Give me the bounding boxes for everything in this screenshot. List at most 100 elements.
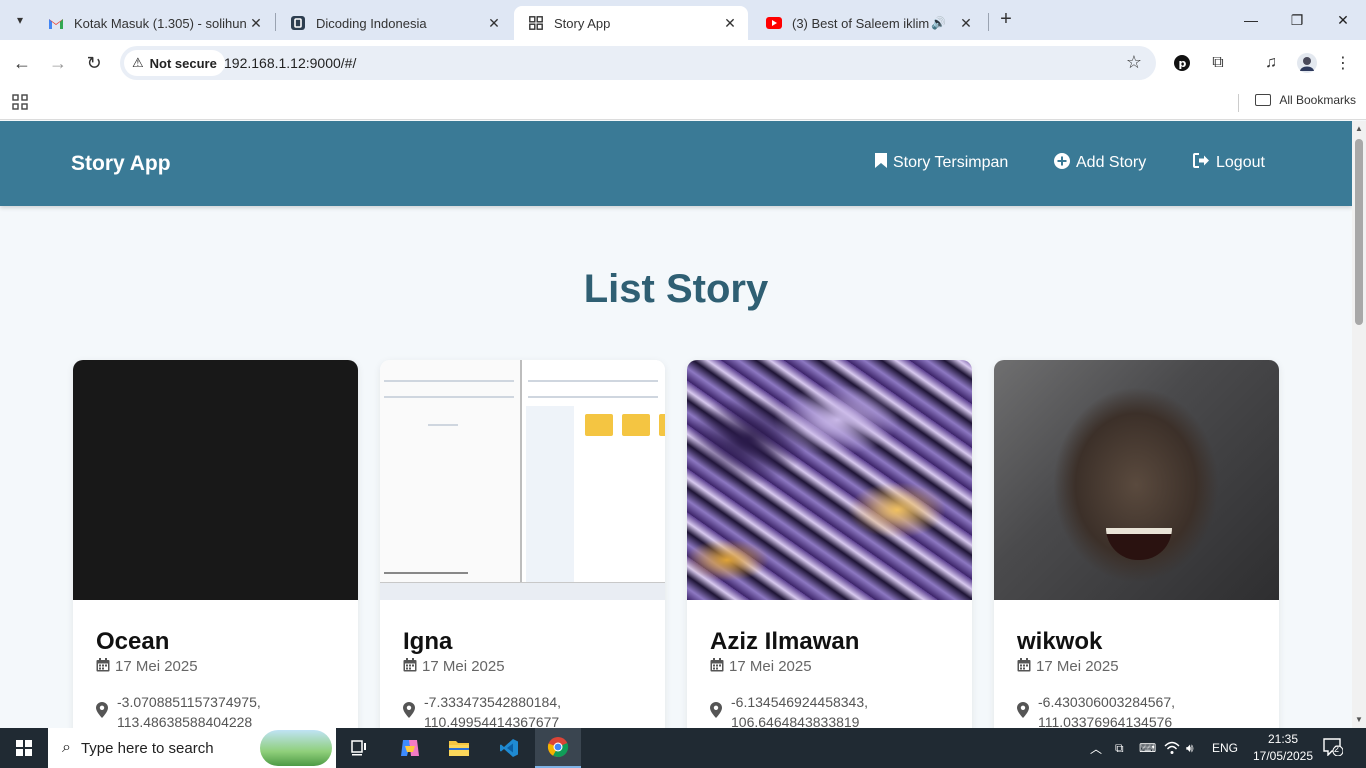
close-window-button[interactable]: ✕ [1320, 0, 1366, 40]
story-image [994, 360, 1279, 600]
minimize-button[interactable]: — [1228, 0, 1274, 40]
scroll-down-arrow-icon[interactable]: ▼ [1355, 715, 1363, 724]
tab-dicoding[interactable]: Dicoding Indonesia ✕ [276, 6, 512, 40]
close-icon[interactable]: ✕ [486, 15, 502, 31]
apps-grid-icon[interactable] [12, 94, 28, 115]
reload-button[interactable]: ↻ [80, 49, 108, 77]
windows-logo-icon [16, 740, 32, 756]
story-latitude: -3.0708851157374975, [117, 694, 261, 710]
story-date: 17 Mei 2025 [403, 658, 505, 675]
story-location: -6.430306003284567, 111.03376964134576 [1017, 692, 1175, 728]
story-card[interactable]: Aziz Ilmawan 17 Mei 2025 -6.134546924458… [687, 360, 972, 728]
story-longitude: 111.03376964134576 [1038, 714, 1173, 728]
bookmark-star-icon[interactable]: ☆ [1126, 52, 1142, 73]
address-bar[interactable]: ⚠ Not secure 192.168.1.12:9000/#/ ☆ [120, 46, 1156, 80]
story-location: -7.333473542880184, 110.49954414367677 [403, 692, 561, 728]
network-icon[interactable] [1164, 728, 1180, 768]
profile-avatar[interactable] [1296, 52, 1318, 74]
nav-logout-label: Logout [1216, 153, 1265, 171]
taskbar-search[interactable]: ⌕ Type here to search [48, 728, 336, 768]
nav-saved-label: Story Tersimpan [893, 153, 1009, 171]
story-card[interactable]: wikwok 17 Mei 2025 -6.430306003284567, 1… [994, 360, 1279, 728]
browser-toolbar: ← → ↻ ⚠ Not secure 192.168.1.12:9000/#/ … [0, 40, 1366, 86]
show-hidden-icons-chevron-icon[interactable]: ︿ [1090, 728, 1102, 768]
menu-kebab-icon[interactable]: ⋮ [1332, 52, 1354, 74]
language-indicator[interactable]: ENG [1212, 728, 1238, 768]
screenshot-line [428, 424, 458, 426]
story-longitude: 113.48638588404228 [117, 714, 253, 728]
restore-button[interactable]: ❐ [1274, 0, 1320, 40]
plus-circle-icon [1054, 153, 1070, 173]
brand-logo[interactable]: Story App [71, 152, 171, 176]
search-placeholder: Type here to search [80, 739, 214, 757]
page-scrollbar[interactable]: ▲ ▼ [1352, 121, 1366, 728]
app-header: Story App Story Tersimpan Add Story Logo… [0, 121, 1352, 206]
site-info-chip[interactable]: ⚠ Not secure [124, 50, 225, 76]
extensions-puzzle-icon[interactable]: ⧉ [1207, 52, 1229, 74]
story-latitude: -7.333473542880184, [424, 694, 562, 710]
story-author: Igna [403, 628, 453, 655]
folder-icon [585, 414, 613, 436]
story-card[interactable]: Igna 17 Mei 2025 -7.333473542880184, 110… [380, 360, 665, 728]
volume-icon[interactable]: 🔊︎ [1186, 728, 1194, 768]
tab-gmail[interactable]: Kotak Masuk (1.305) - solihun.b ✕ [34, 6, 274, 40]
svg-text:p: p [1179, 57, 1187, 70]
task-view-icon[interactable] [337, 728, 383, 768]
file-explorer-icon[interactable] [436, 728, 482, 768]
vscode-icon[interactable] [486, 728, 532, 768]
calendar-icon [403, 658, 417, 675]
tab-youtube[interactable]: (3) Best of Saleem iklim , lag 🔊 ✕ [752, 6, 984, 40]
nav-add-story[interactable]: Add Story [1054, 153, 1146, 173]
input-indicator-icon[interactable]: ⌨ [1139, 728, 1156, 768]
tab-divider [988, 13, 989, 31]
media-controls-icon[interactable]: ♫ [1260, 52, 1282, 74]
meet-now-icon[interactable]: ⧉ [1115, 728, 1124, 768]
chrome-icon[interactable] [535, 728, 581, 768]
close-icon[interactable]: ✕ [958, 15, 974, 31]
story-longitude: 106.6464843833819 [731, 714, 860, 728]
story-image [73, 360, 358, 600]
search-highlight-image [260, 730, 332, 766]
story-date-text: 17 Mei 2025 [1036, 658, 1119, 675]
copilot-icon[interactable] [387, 728, 433, 768]
page-title: List Story [583, 267, 769, 311]
map-pin-icon [403, 702, 415, 724]
dicoding-icon [290, 15, 306, 31]
story-card[interactable]: Ocean 17 Mei 2025 -3.0708851157374975, 1… [73, 360, 358, 728]
story-author: wikwok [1017, 628, 1103, 655]
extension-p-icon[interactable]: p [1171, 52, 1193, 74]
nav-add-label: Add Story [1076, 154, 1147, 171]
nav-saved-stories[interactable]: Story Tersimpan [875, 153, 1008, 172]
youtube-icon [766, 15, 782, 31]
story-author: Aziz Ilmawan [710, 628, 860, 655]
bookmarks-divider [1238, 94, 1239, 112]
tab-title: Kotak Masuk (1.305) - solihun.b [74, 15, 248, 31]
nav-logout[interactable]: Logout [1193, 153, 1265, 172]
tab-title: Story App [554, 15, 611, 31]
scroll-up-arrow-icon[interactable]: ▲ [1355, 124, 1363, 133]
notification-center-icon[interactable]: 2 [1322, 738, 1344, 758]
system-clock[interactable]: 21:35 17/05/2025 [1252, 731, 1314, 765]
story-date-text: 17 Mei 2025 [422, 658, 505, 675]
close-icon[interactable]: ✕ [722, 15, 738, 31]
grid-icon [528, 15, 544, 31]
url-text[interactable]: 192.168.1.12:9000/#/ [224, 55, 356, 71]
warning-icon: ⚠ [132, 55, 144, 70]
tab-search-chevron-icon[interactable]: ▾ [8, 8, 32, 32]
speaker-icon[interactable]: 🔊 [931, 16, 946, 30]
screenshot-sidebar [526, 406, 574, 582]
screenshot-line [384, 380, 514, 382]
all-bookmarks-button[interactable]: All Bookmarks [1255, 93, 1356, 107]
new-tab-button[interactable]: + [994, 8, 1018, 32]
scrollbar-thumb[interactable] [1355, 139, 1363, 325]
story-location: -6.134546924458343, 106.6464843833819 [710, 692, 868, 728]
clock-time: 21:35 [1267, 732, 1299, 746]
close-icon[interactable]: ✕ [248, 15, 264, 31]
forward-button[interactable]: → [44, 49, 72, 77]
start-button[interactable] [0, 728, 48, 768]
security-label: Not secure [149, 55, 217, 71]
tab-story-app[interactable]: Story App ✕ [514, 6, 748, 40]
story-date-text: 17 Mei 2025 [729, 658, 812, 675]
back-button[interactable]: ← [8, 49, 36, 77]
bookmarks-bar: All Bookmarks [0, 86, 1366, 120]
